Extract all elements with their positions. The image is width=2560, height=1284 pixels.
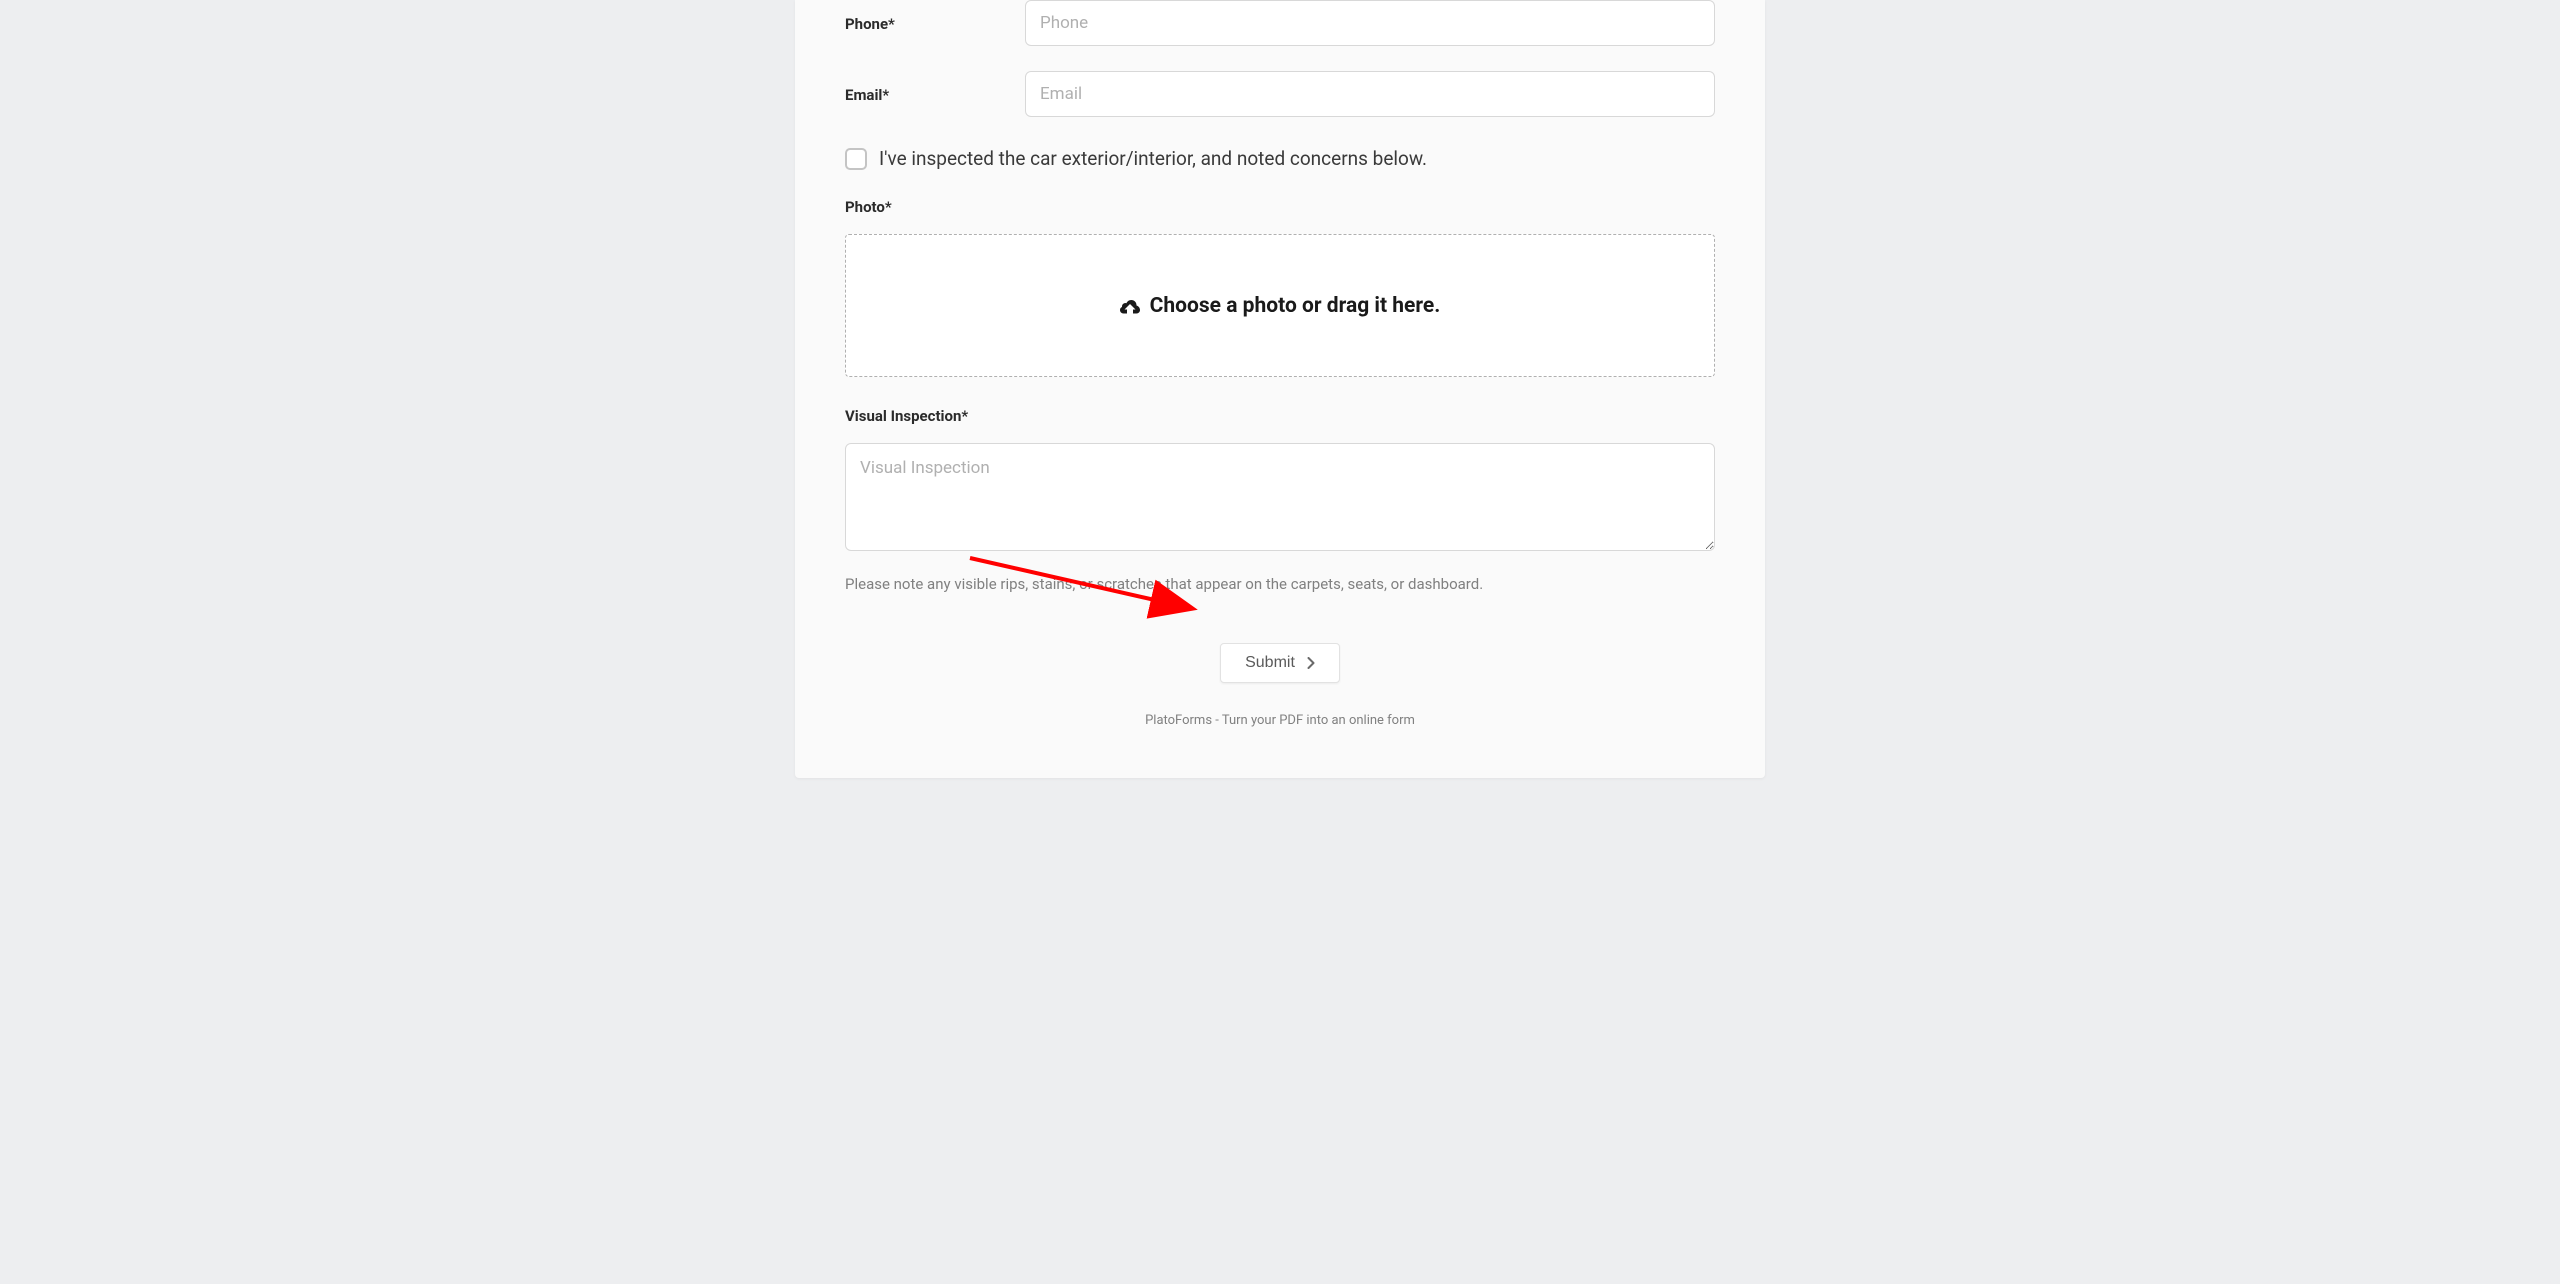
inspected-checkbox-label: I've inspected the car exterior/interior… <box>879 147 1427 170</box>
footer-text: PlatoForms - Turn your PDF into an onlin… <box>845 713 1715 728</box>
visual-inspection-label: Visual Inspection* <box>845 407 1715 425</box>
submit-button-label: Submit <box>1245 654 1295 672</box>
phone-row: Phone* <box>845 0 1715 46</box>
upload-text: Choose a photo or drag it here. <box>1150 294 1441 318</box>
upload-icon <box>1120 297 1140 315</box>
email-row: Email* <box>845 71 1715 117</box>
submit-button[interactable]: Submit <box>1220 643 1340 683</box>
visual-inspection-textarea[interactable] <box>845 443 1715 551</box>
inspected-checkbox-row: I've inspected the car exterior/interior… <box>845 147 1715 170</box>
photo-upload-zone[interactable]: Choose a photo or drag it here. <box>845 234 1715 377</box>
chevron-right-icon <box>1307 657 1315 669</box>
inspected-checkbox[interactable] <box>845 148 867 170</box>
phone-input[interactable] <box>1025 0 1715 46</box>
email-label: Email* <box>845 86 889 104</box>
form-container: Phone* Email* I've inspected the car ext… <box>795 0 1765 778</box>
email-input[interactable] <box>1025 71 1715 117</box>
visual-inspection-helper: Please note any visible rips, stains, or… <box>845 575 1715 593</box>
photo-label: Photo* <box>845 198 1715 216</box>
phone-label: Phone* <box>845 15 895 33</box>
